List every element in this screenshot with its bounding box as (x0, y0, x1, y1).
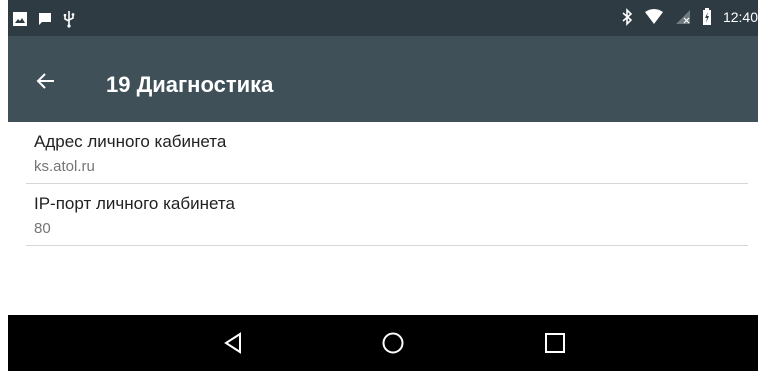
wifi-icon (644, 9, 663, 24)
home-circle-icon[interactable] (380, 330, 406, 356)
gallery-icon (13, 12, 27, 26)
settings-list: Адрес личного кабинета ks.atol.ru IP-пор… (8, 122, 758, 246)
back-triangle-icon[interactable] (220, 330, 246, 356)
battery-charging-icon (702, 8, 711, 25)
status-bar: 12:40 (8, 0, 758, 36)
arrow-back-icon[interactable] (34, 69, 58, 93)
no-signal-icon (675, 10, 690, 24)
setting-cabinet-ip-port[interactable]: IP-порт личного кабинета 80 (26, 184, 748, 246)
bluetooth-icon (622, 8, 633, 26)
setting-value: ks.atol.ru (34, 158, 95, 175)
setting-title: Адрес личного кабинета (34, 132, 227, 151)
setting-title: IP-порт личного кабинета (34, 194, 235, 213)
notification-icons (12, 10, 76, 28)
android-screen: 12:40 19 Диагностика Адрес личного кабин… (8, 0, 758, 371)
setting-value: 80 (34, 220, 51, 237)
navigation-bar (8, 315, 758, 371)
system-icons: 12:40 (621, 8, 758, 26)
clock: 12:40 (722, 9, 758, 25)
chat-bubble-icon (39, 13, 51, 25)
usb-icon (63, 11, 75, 28)
setting-cabinet-address[interactable]: Адрес личного кабинета ks.atol.ru (26, 122, 748, 184)
app-bar: 19 Диагностика (8, 36, 758, 122)
screen-edge (0, 0, 8, 371)
page-title: 19 Диагностика (106, 72, 274, 97)
recents-square-icon[interactable] (542, 330, 568, 356)
